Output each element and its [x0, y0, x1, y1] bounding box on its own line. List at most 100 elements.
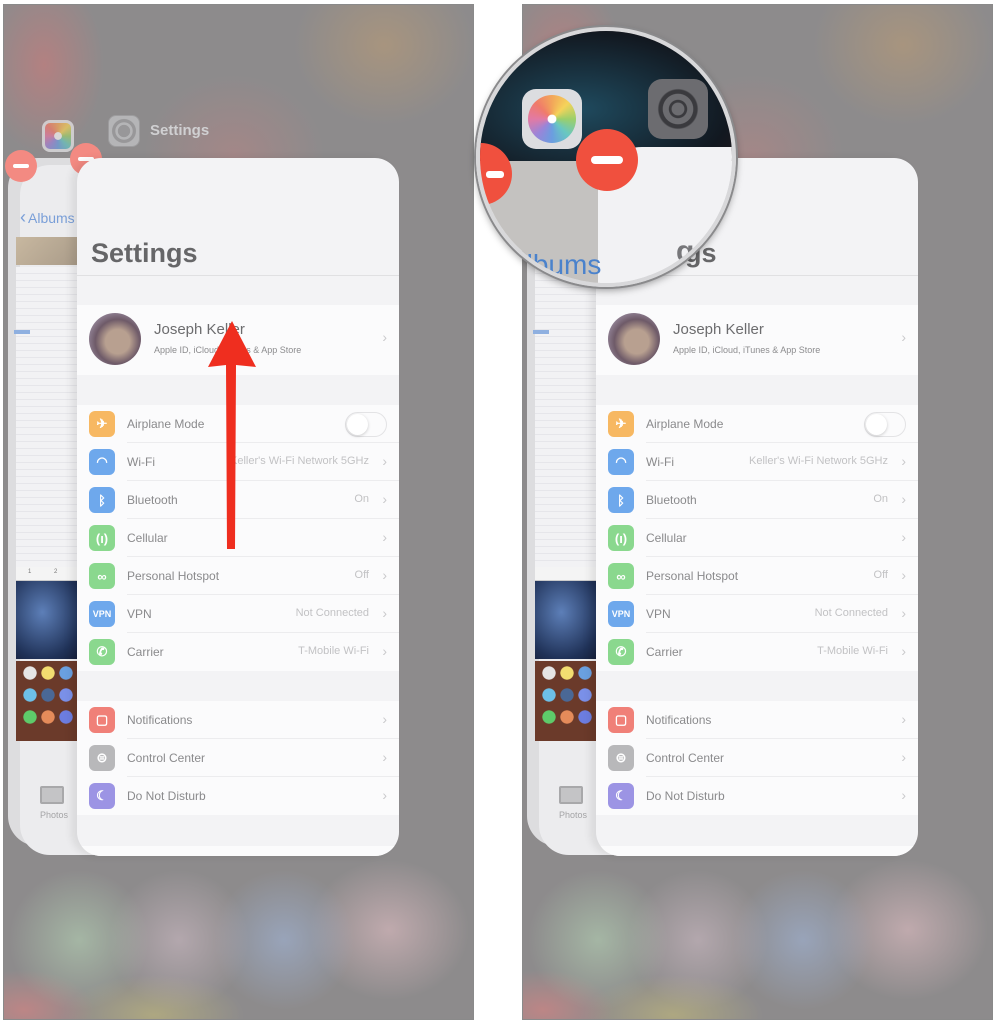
row-label: Wi-Fi — [127, 455, 155, 469]
hotspot-icon: ∞ — [608, 563, 634, 589]
row-label: Do Not Disturb — [127, 789, 206, 803]
chevron-right-icon: › — [901, 453, 906, 469]
row-value: On — [873, 493, 888, 505]
row-value: Off — [873, 569, 888, 581]
row-label: Bluetooth — [127, 493, 178, 507]
settings-row-do-not-disturb[interactable]: ☾ Do Not Disturb › — [77, 777, 399, 815]
settings-row-wi-fi[interactable]: ◠ Wi-Fi Keller's Wi-Fi Network 5GHz › — [596, 443, 918, 481]
photos-tab-label: Photos — [559, 810, 588, 820]
photos-tab-label: Photos — [40, 810, 69, 820]
settings-app-icon — [108, 115, 140, 147]
row-label: Notifications — [127, 713, 193, 727]
row-label: Personal Hotspot — [127, 569, 220, 583]
next-group-peek — [77, 846, 399, 856]
close-settings-app-button[interactable] — [576, 129, 638, 191]
row-label: Do Not Disturb — [646, 789, 725, 803]
nebula-photo — [16, 581, 82, 659]
settings-row-bluetooth[interactable]: ᛒ Bluetooth On › — [596, 481, 918, 519]
row-label: Notifications — [646, 713, 712, 727]
close-photos-app-button[interactable] — [5, 150, 37, 182]
document-highlight — [14, 330, 30, 334]
photos-tab-icon — [559, 786, 583, 804]
arrow-shape — [208, 321, 256, 549]
settings-row-cellular[interactable]: (ı) Cellular › — [596, 519, 918, 557]
chevron-right-icon: › — [382, 643, 387, 659]
switcher-app-label: Settings — [150, 122, 210, 139]
chevron-right-icon: › — [382, 749, 387, 765]
minus-icon — [13, 164, 29, 168]
chevron-right-icon: › — [382, 567, 387, 583]
row-label: Cellular — [127, 531, 168, 545]
row-label: Carrier — [127, 645, 164, 659]
row-value: T-Mobile Wi-Fi — [298, 645, 369, 657]
bluetooth-icon: ᛒ — [89, 487, 115, 513]
row-label: Bluetooth — [646, 493, 697, 507]
row-value: T-Mobile Wi-Fi — [817, 645, 888, 657]
albums-back-button[interactable]: ‹ Albums — [20, 208, 75, 226]
row-label: VPN — [127, 607, 152, 621]
chevron-right-icon: › — [382, 529, 387, 545]
row-label: VPN — [646, 607, 671, 621]
chevron-right-icon: › — [382, 711, 387, 727]
toggle-knob — [866, 414, 887, 435]
row-label: Cellular — [646, 531, 687, 545]
homescreen-photo — [535, 661, 601, 741]
airplane-mode-toggle[interactable] — [864, 412, 906, 437]
row-label: Carrier — [646, 645, 683, 659]
system-group: ▢ Notifications › ⊜ Control Center › ☾ Do Not D… — [77, 701, 399, 815]
settings-row-vpn[interactable]: VPN VPN Not Connected › — [77, 595, 399, 633]
control-center-icon: ⊜ — [89, 745, 115, 771]
row-label: Control Center — [127, 751, 206, 765]
settings-row-personal-hotspot[interactable]: ∞ Personal Hotspot Off › — [596, 557, 918, 595]
chevron-right-icon: › — [901, 605, 906, 621]
photos-flower-icon — [528, 95, 576, 143]
swipe-up-arrow — [208, 321, 256, 549]
profile-name: Joseph Keller — [673, 321, 764, 338]
ruler: 12 — [16, 567, 82, 581]
chevron-right-icon: › — [901, 491, 906, 507]
settings-app-icon — [648, 79, 708, 139]
magnified-albums-label: Albums — [508, 249, 602, 280]
chevron-right-icon: › — [901, 643, 906, 659]
airplane-mode-toggle[interactable] — [345, 412, 387, 437]
avatar — [89, 313, 141, 365]
profile-subtitle: Apple ID, iCloud, iTunes & App Store — [673, 345, 821, 355]
airplane-icon: ✈ — [89, 411, 115, 437]
settings-row-control-center[interactable]: ⊜ Control Center › — [596, 739, 918, 777]
minus-icon — [486, 170, 504, 178]
cellular-icon: (ı) — [89, 525, 115, 551]
settings-row-carrier[interactable]: ✆ Carrier T-Mobile Wi-Fi › — [77, 633, 399, 671]
airplane-icon: ✈ — [608, 411, 634, 437]
row-label: Wi-Fi — [646, 455, 674, 469]
vpn-icon: VPN — [608, 601, 634, 627]
settings-row-notifications[interactable]: ▢ Notifications › — [596, 701, 918, 739]
left-screenshot-panel: Settings ‹ Albums 12 Photos Settings Jose… — [3, 4, 474, 1020]
ruler — [535, 567, 601, 581]
settings-row-control-center[interactable]: ⊜ Control Center › — [77, 739, 399, 777]
settings-row-do-not-disturb[interactable]: ☾ Do Not Disturb › — [596, 777, 918, 815]
row-label: Airplane Mode — [127, 417, 205, 431]
photo-thumbnail — [16, 237, 82, 265]
settings-row-vpn[interactable]: VPN VPN Not Connected › — [596, 595, 918, 633]
moon-icon: ☾ — [608, 783, 634, 809]
header-divider — [77, 275, 399, 276]
vpn-icon: VPN — [89, 601, 115, 627]
homescreen-photo — [16, 661, 82, 741]
notifications-icon: ▢ — [608, 707, 634, 733]
profile-row[interactable]: Joseph Keller Apple ID, iCloud, iTunes &… — [596, 305, 918, 375]
settings-row-airplane-mode[interactable]: ✈ Airplane Mode — [596, 405, 918, 443]
control-center-icon: ⊜ — [608, 745, 634, 771]
photos-app-icon — [42, 120, 74, 152]
phone-icon: ✆ — [608, 639, 634, 665]
avatar — [608, 313, 660, 365]
chevron-right-icon: › — [901, 749, 906, 765]
photos-tab-icon — [40, 786, 64, 804]
notifications-icon: ▢ — [89, 707, 115, 733]
chevron-right-icon: › — [901, 711, 906, 727]
settings-row-carrier[interactable]: ✆ Carrier T-Mobile Wi-Fi › — [596, 633, 918, 671]
row-value: On — [354, 493, 369, 505]
settings-row-personal-hotspot[interactable]: ∞ Personal Hotspot Off › — [77, 557, 399, 595]
settings-row-notifications[interactable]: ▢ Notifications › — [77, 701, 399, 739]
row-value: Keller's Wi-Fi Network 5GHz — [748, 455, 888, 467]
magnifier-callout: Albums gs — [476, 27, 736, 287]
